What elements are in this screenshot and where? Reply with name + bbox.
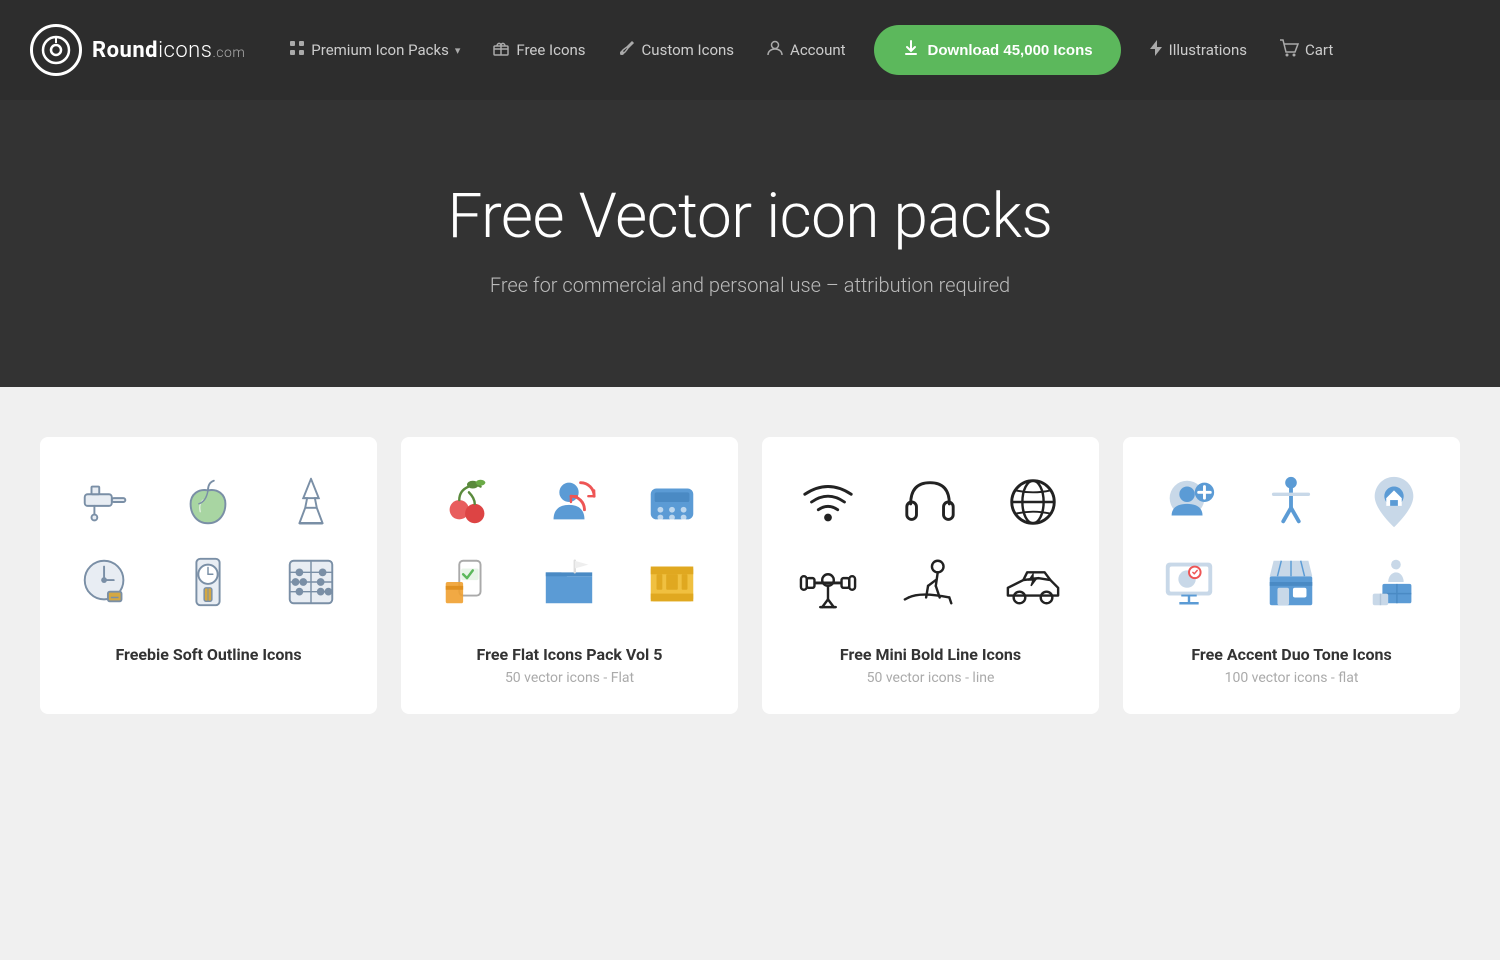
card-free-accent-duo-tone[interactable]: Free Accent Duo Tone Icons 100 vector ic…	[1123, 437, 1460, 714]
card-title: Free Flat Icons Pack Vol 5	[421, 645, 718, 664]
hero-title: Free Vector icon packs	[20, 180, 1480, 253]
icon-accessibility	[1245, 467, 1337, 537]
card-title: Free Accent Duo Tone Icons	[1143, 645, 1440, 664]
icon-faucet	[60, 467, 152, 537]
nav-label-free: Free Icons	[516, 41, 585, 59]
icon-clock-compass	[60, 547, 152, 617]
grid-icon	[289, 40, 305, 60]
chevron-icon: ▾	[455, 44, 461, 57]
download-button-label: Download 45,000 Icons	[928, 42, 1093, 59]
icon-abacus	[265, 547, 357, 617]
icon-electric-car	[987, 547, 1079, 617]
hero-subtitle: Free for commercial and personal use – a…	[20, 273, 1480, 297]
card-icons	[782, 467, 1079, 617]
icon-monitor-check	[1143, 547, 1235, 617]
logo-text: Roundicons.com	[92, 38, 245, 63]
card-freebie-soft-outline[interactable]: Freebie Soft Outline Icons	[40, 437, 377, 714]
card-free-mini-bold-line[interactable]: Free Mini Bold Line Icons 50 vector icon…	[762, 437, 1099, 714]
card-icons	[60, 467, 357, 617]
icon-film-roll	[626, 547, 718, 617]
cards-section: Freebie Soft Outline Icons	[0, 387, 1500, 774]
nav-label-premium: Premium Icon Packs	[311, 41, 449, 59]
icon-headphones	[884, 467, 976, 537]
logo-icon	[30, 24, 82, 76]
card-subtitle: 50 vector icons - line	[782, 670, 1079, 686]
nav-item-illustrations[interactable]: Illustrations	[1135, 29, 1261, 71]
download-button[interactable]: Download 45,000 Icons	[874, 25, 1121, 75]
logo[interactable]: Roundicons.com	[30, 24, 245, 76]
nav-label-custom: Custom Icons	[642, 41, 734, 59]
card-icons	[1143, 467, 1440, 617]
brush-icon	[618, 39, 636, 61]
card-subtitle: 50 vector icons - Flat	[421, 670, 718, 686]
main-header: Roundicons.com Premium Icon Packs ▾	[0, 0, 1500, 100]
card-icons	[421, 467, 718, 617]
cart-icon	[1279, 39, 1299, 61]
icon-boxes	[1348, 547, 1440, 617]
icon-grandfather-clock	[162, 547, 254, 617]
download-icon	[902, 39, 920, 61]
icon-apple	[162, 467, 254, 537]
icon-cherry	[421, 467, 513, 537]
icon-shop	[1245, 547, 1337, 617]
icon-folder-flag	[523, 547, 615, 617]
nav-item-premium-icon-packs[interactable]: Premium Icon Packs ▾	[275, 30, 474, 70]
gift-icon	[492, 39, 510, 61]
icon-wifi	[782, 467, 874, 537]
nav-label-cart: Cart	[1305, 41, 1333, 59]
user-icon	[766, 39, 784, 61]
card-title: Free Mini Bold Line Icons	[782, 645, 1079, 664]
icon-person-sync	[523, 467, 615, 537]
icon-checkbox-phone	[421, 547, 513, 617]
nav-label-illustrations: Illustrations	[1169, 41, 1247, 59]
nav-item-free-icons[interactable]: Free Icons	[478, 29, 599, 71]
icon-globe	[987, 467, 1079, 537]
icon-eiffel-tower	[265, 467, 357, 537]
icon-telephone	[626, 467, 718, 537]
icon-location-home	[1348, 467, 1440, 537]
hero-section: Free Vector icon packs Free for commerci…	[0, 100, 1500, 387]
icon-add-person	[1143, 467, 1235, 537]
lightning-icon	[1149, 39, 1163, 61]
card-subtitle: 100 vector icons - flat	[1143, 670, 1440, 686]
card-title: Freebie Soft Outline Icons	[60, 645, 357, 664]
cards-grid: Freebie Soft Outline Icons	[40, 437, 1460, 714]
card-free-flat-vol5[interactable]: Free Flat Icons Pack Vol 5 50 vector ico…	[401, 437, 738, 714]
nav-item-cart[interactable]: Cart	[1265, 29, 1347, 71]
nav-item-custom-icons[interactable]: Custom Icons	[604, 29, 748, 71]
icon-weightlifting	[782, 547, 874, 617]
nav-item-account[interactable]: Account	[752, 29, 860, 71]
icon-treadmill	[884, 547, 976, 617]
main-nav: Premium Icon Packs ▾ Free Icons	[275, 25, 1470, 75]
nav-label-account: Account	[790, 41, 846, 59]
